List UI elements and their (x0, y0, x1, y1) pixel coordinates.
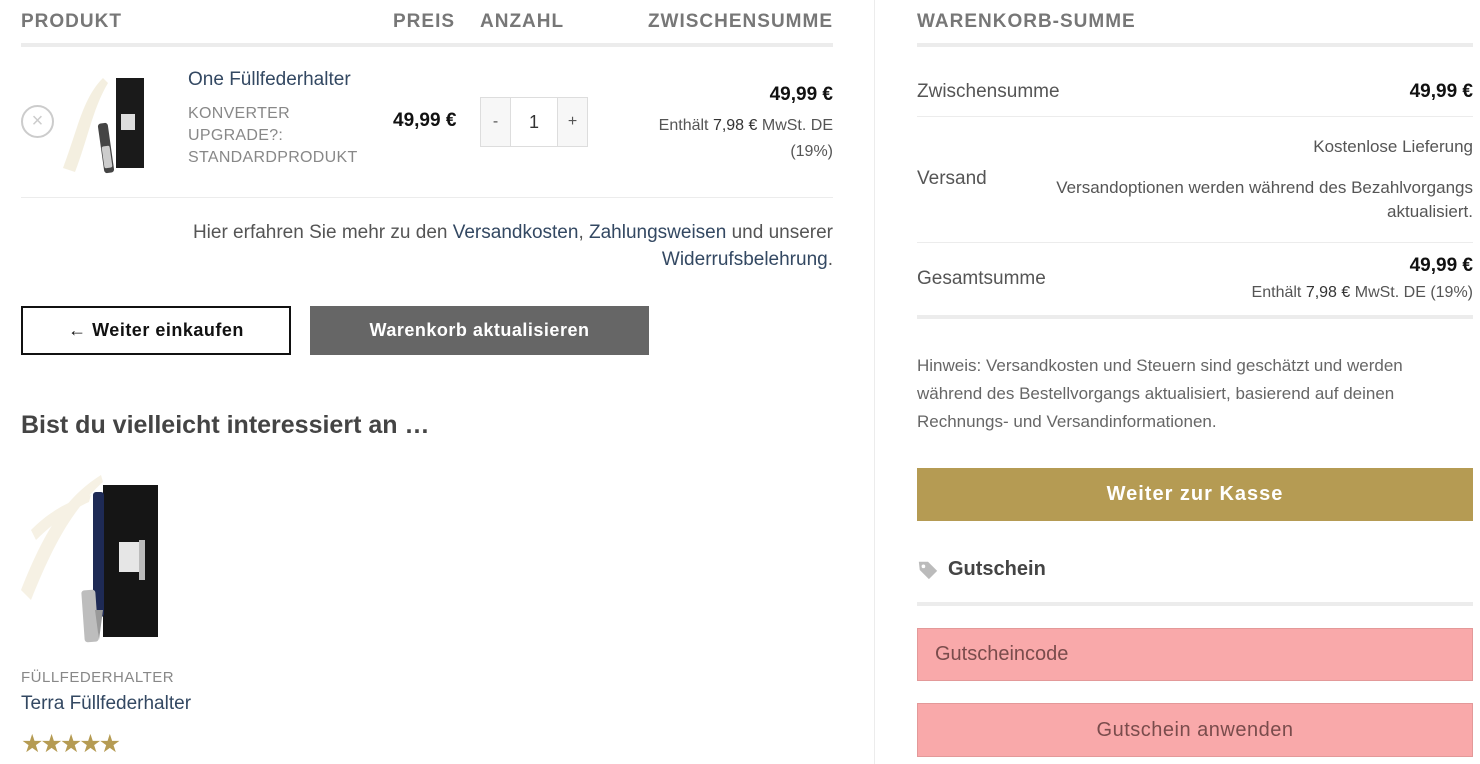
subtotal-value: 49,99 € (1409, 81, 1473, 102)
shipping-divider (917, 242, 1473, 243)
header-quantity: Anzahl (480, 11, 565, 32)
product-thumbnail[interactable] (63, 68, 163, 176)
cross-sell-title: Bist du vielleicht interessiert an … (21, 411, 430, 439)
shipping-tax-notice: Hinweis: Versandkosten und Steuern sind … (917, 356, 1403, 431)
quantity-stepper: - 1 + (480, 97, 588, 147)
legal-note: Hier erfahren Sie mehr zu den Versandkos… (133, 219, 833, 273)
shipping-note-line-2: aktualisiert. (1387, 202, 1473, 221)
payment-methods-link[interactable]: Zahlungsweisen (589, 222, 726, 243)
cart-totals: Warenkorb-Summe Zwischensumme 49,99 € Ve… (917, 0, 1473, 764)
cart-item-subtotal: 49,99 € (769, 84, 833, 105)
shipping-note: Versandoptionen werden während des Bezah… (1013, 176, 1473, 224)
totals-header-divider (917, 43, 1473, 47)
cart-item-price: 49,99 € (393, 110, 457, 131)
subtotal-divider (917, 116, 1473, 117)
total-tax-note: Enthält 7,98 € MwSt. DE (19%) (1252, 281, 1473, 305)
recommended-product-name[interactable]: Terra Füllfederhalter (21, 693, 191, 715)
table-header-divider (21, 43, 833, 47)
star-rating: ★★★★★ (21, 730, 121, 758)
variation-line-2: Upgrade?: (188, 127, 284, 144)
shipping-method: Kostenlose Lieferung (1313, 137, 1473, 156)
tax-prefix: Enthält (658, 117, 709, 134)
recommended-product-category[interactable]: Füllfederhalter (21, 669, 174, 686)
recommended-product-image[interactable] (21, 470, 161, 652)
legal-comma: , (578, 222, 584, 243)
update-cart-button[interactable]: Warenkorb aktualisieren (310, 306, 649, 355)
proceed-to-checkout-button[interactable]: Weiter zur Kasse (917, 468, 1473, 521)
withdrawal-policy-link[interactable]: Widerrufsbelehrung (662, 249, 828, 270)
continue-shopping-button[interactable]: ← Weiter einkaufen (21, 306, 291, 355)
coupon-title: Gutschein (948, 558, 1046, 580)
cart-item-tax-note: Enthält 7,98 € MwSt. DE (19%) (633, 113, 833, 165)
tax-amount: 7,98 € (712, 117, 758, 134)
quantity-minus-button[interactable]: - (481, 98, 510, 146)
legal-middle: und unserer (731, 222, 833, 243)
column-divider (874, 0, 875, 764)
variation-line-3: Standardprodukt (188, 149, 358, 166)
subtotal-label: Zwischensumme (917, 81, 1060, 102)
quantity-plus-button[interactable]: + (558, 98, 587, 146)
shipping-label: Versand (917, 168, 987, 189)
coupon-heading: Gutschein (917, 558, 1046, 581)
tax-label: MwSt. DE (761, 117, 833, 134)
cart-item-name[interactable]: One Füllfederhalter (188, 69, 351, 91)
header-product: Produkt (21, 11, 122, 32)
total-tax-amount: 7,98 € (1305, 284, 1351, 301)
remove-item-button[interactable]: × (21, 105, 54, 138)
total-tax-prefix: Enthält (1251, 284, 1302, 301)
tax-rate: (19%) (790, 143, 833, 160)
shipping-costs-link[interactable]: Versandkosten (453, 222, 579, 243)
legal-suffix: . (827, 249, 833, 270)
coupon-code-input[interactable] (917, 628, 1473, 681)
coupon-divider (917, 602, 1473, 606)
shipping-note-line-1: Versandoptionen werden während des Bezah… (1056, 178, 1473, 197)
quantity-input[interactable]: 1 (510, 98, 558, 146)
cart-item-variation: Konverter Upgrade?: Standardprodukt (188, 103, 378, 169)
variation-line-1: Konverter (188, 105, 290, 122)
totals-bottom-divider (917, 315, 1473, 319)
header-price: Preis (393, 11, 456, 32)
total-label: Gesamtsumme (917, 268, 1046, 289)
legal-prefix: Hier erfahren Sie mehr zu den (192, 222, 448, 243)
apply-coupon-button[interactable]: Gutschein anwenden (917, 703, 1473, 757)
cart-section: Produkt Preis Anzahl Zwischensumme × One… (21, 0, 833, 764)
total-tax-suffix: MwSt. DE (19%) (1354, 284, 1473, 301)
cart-totals-title: Warenkorb-Summe (917, 11, 1136, 32)
header-subtotal: Zwischensumme (647, 11, 833, 32)
row-divider (21, 197, 833, 198)
tag-icon (918, 561, 938, 579)
total-value: 49,99 € (1409, 255, 1473, 276)
